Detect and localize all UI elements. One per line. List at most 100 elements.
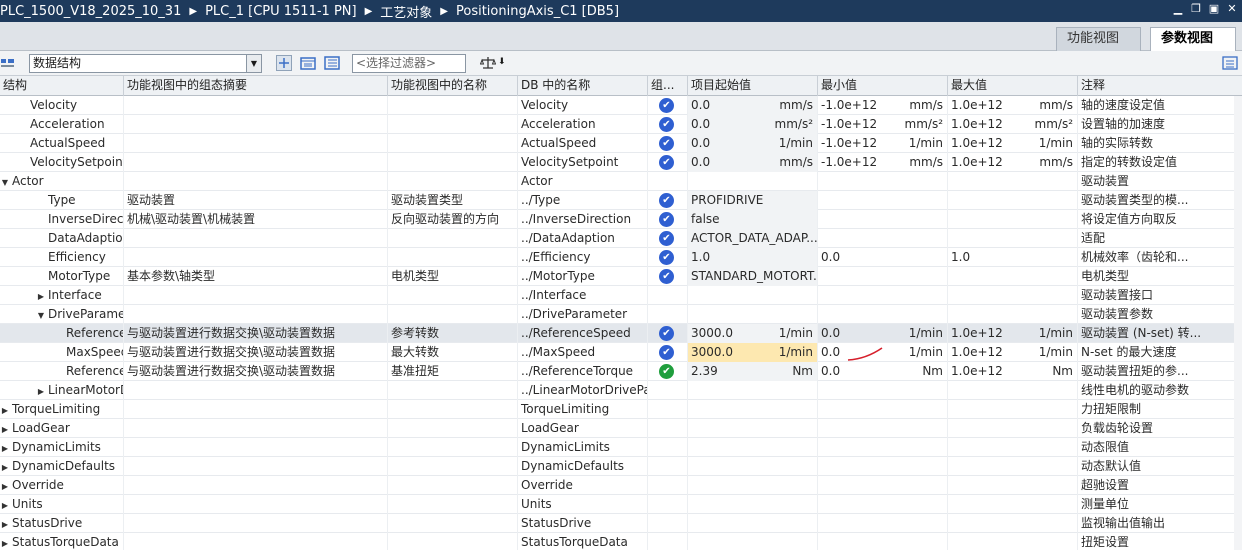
table-row[interactable]: InverseDirection机械\驱动装置\机械装置反向驱动装置的方向../… [0,210,1242,229]
expand-icon[interactable]: ▶ [36,288,46,305]
column-header-function-name[interactable]: 功能视图中的名称 [388,76,518,96]
expand-all-icon[interactable] [276,55,292,71]
table-row[interactable]: Type 驱动装置 驱动装置类型 ../Type ✔ PROFIDRIVE 驱动装置类型的模… [0,191,1242,210]
breadcrumb-item[interactable]: PositioningAxis_C1 [DB5] [456,4,619,19]
start-value-cell[interactable]: 0.0 mm/s² [688,115,818,134]
table-row[interactable]: DataAdaption ../DataAdaption ✔ ACTOR_DATA_A… [0,229,1242,248]
start-value-cell[interactable]: 1.0 [688,248,818,267]
column-header-comment[interactable]: 注释 [1078,76,1242,96]
expand-icon[interactable]: ▶ [0,402,10,419]
table-row[interactable]: Efficiency ../Efficiency ✔ 1.0 0.0 1.0 机械效率（齿轮… [0,248,1242,267]
table-row[interactable]: Velocity Velocity ✔ 0.0 mm/s -1.0e+12 mm/s 1.0e… [0,96,1242,115]
structure-cell[interactable]: ▶ LoadGear [0,419,124,438]
structure-cell[interactable]: ▶ StatusDrive [0,514,124,533]
start-value-cell[interactable]: 0.0 1/min [688,134,818,153]
start-value-cell[interactable]: 3000.0 1/min [688,343,818,362]
expand-icon[interactable]: ▶ [36,383,46,400]
table-row[interactable]: VelocitySetpoint VelocitySetpoint ✔ 0.0 mm/s… [0,153,1242,172]
navigation-icon[interactable] [0,55,16,71]
structure-cell[interactable]: Type [0,191,124,210]
structure-cell[interactable]: Acceleration [0,115,124,134]
collapse-icon[interactable]: ▼ [0,174,10,191]
table-row[interactable]: MotorType 基本参数\轴类型 电机类型 ../MotorType ✔ STANDA… [0,267,1242,286]
expand-icon[interactable]: ▶ [0,440,10,457]
structure-cell[interactable]: ▼DriveParameter [0,305,124,324]
collapse-icon[interactable]: ▼ [36,307,46,324]
structure-cell[interactable]: InverseDirection [0,210,124,229]
structure-cell[interactable]: ReferenceT... [0,362,124,381]
breadcrumb-item[interactable]: 工艺对象 [380,2,432,21]
restore-icon[interactable]: ❐ [1190,3,1202,15]
dropdown-arrow-icon[interactable]: ⬇ [498,57,506,67]
folder-icon[interactable] [300,55,316,71]
table-row[interactable]: ▶ Interface ../Interface 驱动装置接口 [0,286,1242,305]
table-row[interactable]: ▶ DynamicDefaults DynamicDefaults 动态默认值 [0,457,1242,476]
expand-icon[interactable]: ▶ [0,459,10,476]
structure-cell[interactable]: ▼ Actor [0,172,124,191]
structure-cell[interactable]: ReferenceS... [0,324,124,343]
expand-icon[interactable]: ▶ [0,535,10,550]
table-row[interactable]: ▶ Override Override 超驰设置 [0,476,1242,495]
tab-parameter-view[interactable]: 参数视图 [1150,27,1236,51]
structure-cell[interactable]: ▶ Override [0,476,124,495]
table-row[interactable]: Acceleration Acceleration ✔ 0.0 mm/s² -1.0e+1… [0,115,1242,134]
structure-cell[interactable]: VelocitySetpoint [0,153,124,172]
structure-select[interactable]: 数据结构 ▼ [29,54,262,73]
start-value-cell[interactable]: PROFIDRIVE [688,191,818,210]
start-value-cell[interactable]: 3000.0 1/min [688,324,818,343]
table-row[interactable]: ▶LinearMotorDr... ../LinearMotorDrivePa..… [0,381,1242,400]
structure-cell[interactable]: DataAdaption [0,229,124,248]
column-header-db-name[interactable]: DB 中的名称 [518,76,648,96]
column-header-group[interactable]: 组... [648,76,688,96]
start-value-cell[interactable]: false [688,210,818,229]
structure-cell[interactable]: Efficiency [0,248,124,267]
maximize-icon[interactable]: ▣ [1208,3,1220,15]
minimize-icon[interactable]: ▁ [1172,3,1184,15]
filter-input[interactable]: <选择过滤器> [352,54,466,73]
chevron-down-icon[interactable]: ▼ [246,55,261,72]
structure-cell[interactable]: MaxSpeed [0,343,124,362]
expand-icon[interactable]: ▶ [0,516,10,533]
structure-cell[interactable]: ActualSpeed [0,134,124,153]
structure-cell[interactable]: ▶ Units [0,495,124,514]
close-icon[interactable]: ✕ [1226,3,1238,15]
structure-cell[interactable]: ▶ TorqueLimiting [0,400,124,419]
column-header-min[interactable]: 最小值 [818,76,948,96]
table-row[interactable]: ▼DriveParameter ../DriveParameter 驱动装置参数 [0,305,1242,324]
expand-icon[interactable]: ▶ [0,497,10,514]
start-value-cell[interactable]: ACTOR_DATA_ADAP... [688,229,818,248]
balance-scale-icon[interactable] [480,55,496,71]
start-value-cell[interactable]: 2.39 Nm [688,362,818,381]
table-row[interactable]: ReferenceT...与驱动装置进行数据交换\驱动装置数据基准扭矩../Re… [0,362,1242,381]
list-view-icon[interactable] [324,55,340,71]
structure-cell[interactable]: MotorType [0,267,124,286]
breadcrumb-item[interactable]: PLC_1500_V18_2025_10_31 [0,4,181,19]
table-row[interactable]: ▶ Units Units 测量单位 [0,495,1242,514]
table-row[interactable]: ▼ Actor Actor 驱动装置 [0,172,1242,191]
table-row[interactable]: ▶ StatusDrive StatusDrive 监视输出值输出 [0,514,1242,533]
side-panel-icon[interactable] [1222,55,1238,71]
column-header-start-value[interactable]: 项目起始值 [688,76,818,96]
structure-cell[interactable]: ▶ StatusTorqueData [0,533,124,550]
start-value-cell[interactable]: 0.0 mm/s [688,96,818,115]
tab-function-view[interactable]: 功能视图 [1056,27,1141,51]
column-header-max[interactable]: 最大值 [948,76,1078,96]
table-row[interactable]: ▶ TorqueLimiting TorqueLimiting 力扭矩限制 [0,400,1242,419]
column-header-summary[interactable]: 功能视图中的组态摘要 [124,76,388,96]
breadcrumb-item[interactable]: PLC_1 [CPU 1511-1 PN] [205,4,357,19]
structure-cell[interactable]: ▶ DynamicDefaults [0,457,124,476]
table-row[interactable]: ▶ StatusTorqueData StatusTorqueData 扭矩设置 [0,533,1242,550]
start-value-cell[interactable]: 0.0 mm/s [688,153,818,172]
table-row[interactable]: ActualSpeed ActualSpeed ✔ 0.0 1/min -1.0e+12 1… [0,134,1242,153]
start-value-cell[interactable]: STANDARD_MOTORT... [688,267,818,286]
structure-cell[interactable]: Velocity [0,96,124,115]
expand-icon[interactable]: ▶ [0,478,10,495]
vertical-scrollbar[interactable] [1234,96,1242,550]
table-row[interactable]: ReferenceS...与驱动装置进行数据交换\驱动装置数据参考转数../Re… [0,324,1242,343]
table-row[interactable]: MaxSpeed 与驱动装置进行数据交换\驱动装置数据 最大转数 ../MaxSpee… [0,343,1242,362]
table-row[interactable]: ▶ LoadGear LoadGear 负载齿轮设置 [0,419,1242,438]
structure-cell[interactable]: ▶ DynamicLimits [0,438,124,457]
structure-cell[interactable]: ▶ Interface [0,286,124,305]
column-header-structure[interactable]: 结构 [0,76,124,96]
table-row[interactable]: ▶ DynamicLimits DynamicLimits 动态限值 [0,438,1242,457]
